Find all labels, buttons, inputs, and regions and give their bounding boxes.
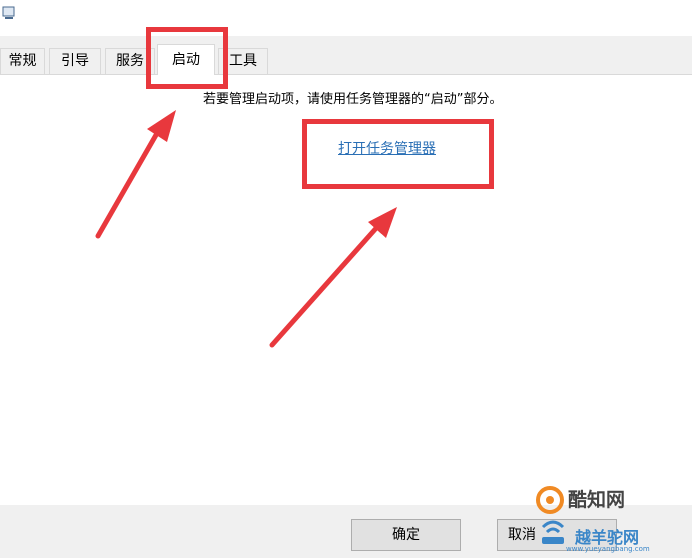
- tab-startup[interactable]: 启动: [157, 44, 215, 75]
- tab-boot[interactable]: 引导: [49, 48, 101, 74]
- cancel-button[interactable]: 取消: [497, 519, 617, 551]
- tab-tools[interactable]: 工具: [218, 48, 268, 74]
- startup-info-message: 若要管理启动项，请使用任务管理器的“启动”部分。: [203, 92, 503, 107]
- tab-services[interactable]: 服务: [105, 48, 155, 74]
- system-config-app-icon: [2, 6, 15, 19]
- startup-tab-panel: 若要管理启动项，请使用任务管理器的“启动”部分。 打开任务管理器: [0, 75, 692, 505]
- ok-button[interactable]: 确定: [351, 519, 461, 551]
- dialog-footer: 确定 取消: [0, 505, 692, 558]
- tab-strip: 常规 引导 服务 启动 工具: [0, 36, 692, 75]
- tab-general[interactable]: 常规: [0, 48, 45, 74]
- title-bar: [0, 0, 692, 36]
- open-task-manager-link[interactable]: 打开任务管理器: [338, 138, 436, 158]
